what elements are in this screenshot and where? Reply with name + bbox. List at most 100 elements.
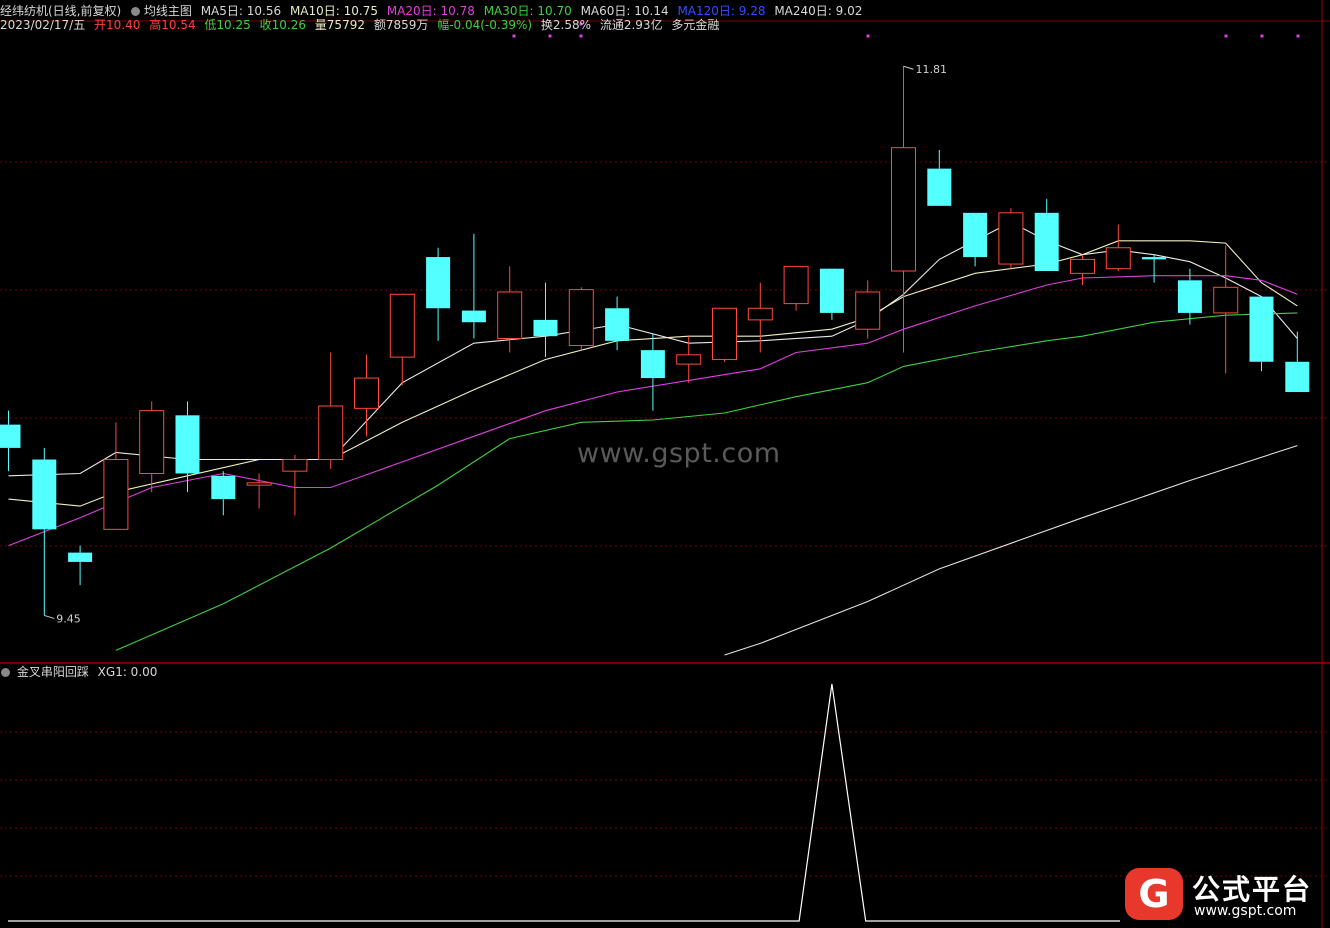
candle-body [1213,286,1239,314]
candle [891,66,916,353]
candlestick-series [0,66,1310,616]
candle-body [819,268,844,313]
candle-body [389,293,415,358]
candle-body [891,147,916,272]
candle [461,233,486,339]
candle-body [568,289,594,346]
bar-close: 收10.26 [259,18,306,32]
candle [1285,331,1310,393]
candle [389,293,415,386]
settings-dot-icon[interactable] [131,7,141,16]
ma5-value: MA5日: 10.56 [200,4,282,18]
bar-amount: 额7859万 [373,18,429,32]
signal-marker [1296,34,1300,38]
indicator-header: 金叉串阳回踩 XG1: 0.00 [0,664,162,680]
signal-marker [1224,34,1228,38]
bar-date: 2023/02/17/五 [0,18,86,32]
annotation-label: 11.81 [916,63,948,76]
stock-name[interactable]: 经纬纺机(日线,前复权) [0,4,121,18]
candle-body [426,257,451,309]
candle-body [712,307,737,360]
annotation-pointer [44,614,55,619]
signal-marker [512,34,516,38]
candle-body [1249,296,1274,362]
candle-body [1285,361,1310,393]
candle-body [497,291,523,340]
candle-body [103,459,129,530]
candle-body [282,459,308,472]
candle [1142,254,1167,283]
annotation-pointer [903,65,914,70]
candle-body [927,168,952,206]
candle-body [605,308,630,341]
bar-high: 高10.54 [149,18,196,32]
ma20-value: MA20日: 10.78 [386,4,475,18]
ma240-value: MA240日: 9.02 [774,4,863,18]
candle [426,247,451,341]
logo-g-icon: G [1125,868,1183,920]
candle-body [1177,280,1202,313]
candle [783,265,809,311]
candle [963,212,988,267]
chart-header-row-2: 2023/02/17/五 开10.40 高10.54 低10.25 收10.26… [0,17,724,33]
candle-body [246,482,272,486]
ma120-value: MA120日: 9.28 [677,4,766,18]
float-cap: 流通2.93亿 [599,18,663,32]
indicator-name[interactable]: 均线主图 [144,4,192,18]
candle [1105,224,1131,272]
signal-marker [548,34,552,38]
signal-marker [579,34,583,38]
candle [1177,268,1202,325]
candle-body [0,424,21,448]
candle-body [998,212,1024,265]
logo-url: www.gspt.com [1194,903,1297,919]
signal-marker [1260,34,1264,38]
candle-body [175,415,200,474]
signal-marker [866,34,870,38]
candle-body [963,212,988,258]
candle [139,401,165,493]
candle-body [68,552,93,562]
candle-body [1142,257,1167,260]
candle [497,266,523,353]
concept-sector[interactable]: 多元金融 [671,18,719,32]
candle-body [139,410,165,474]
ma10-value: MA10日: 10.75 [289,4,378,18]
candle [318,352,344,469]
indicator-panel [8,683,1120,922]
gspt-logo: G 公式平台 www.gspt.com [1122,866,1322,922]
ma30-line [115,312,1298,651]
candle-body [747,307,773,321]
ma240-line [724,445,1298,656]
candle-body [461,310,486,323]
candle-body [211,475,236,500]
candle [605,296,630,351]
candle [927,150,952,206]
candle-body [32,459,57,530]
bar-turnover: 换2.58% [540,18,592,32]
bar-low: 低10.25 [204,18,251,32]
bar-change: 幅-0.04(-0.39%) [437,18,533,32]
candle [32,447,57,616]
candle [103,422,129,530]
candle [1213,245,1239,374]
candle [68,545,93,586]
candle-body [783,265,809,305]
candle-body [676,354,702,365]
indicator-settings-dot-icon[interactable] [1,668,10,677]
price-annotations: 11.81 9.45 [44,22,1300,625]
candle [282,454,308,516]
candle [0,410,21,472]
watermark: www.gspt.com [577,438,781,469]
candle-body [1070,258,1095,274]
candle [1249,296,1274,372]
indicator-label[interactable]: 金叉串阳回踩 [17,665,89,679]
ma30-value: MA30日: 10.70 [483,4,572,18]
candle [1034,198,1059,272]
candle-body [533,319,558,337]
candle [354,354,379,437]
candle [211,471,236,516]
candle [747,282,773,353]
ma60-value: MA60日: 10.14 [580,4,669,18]
xg1-value: XG1: 0.00 [97,665,158,679]
